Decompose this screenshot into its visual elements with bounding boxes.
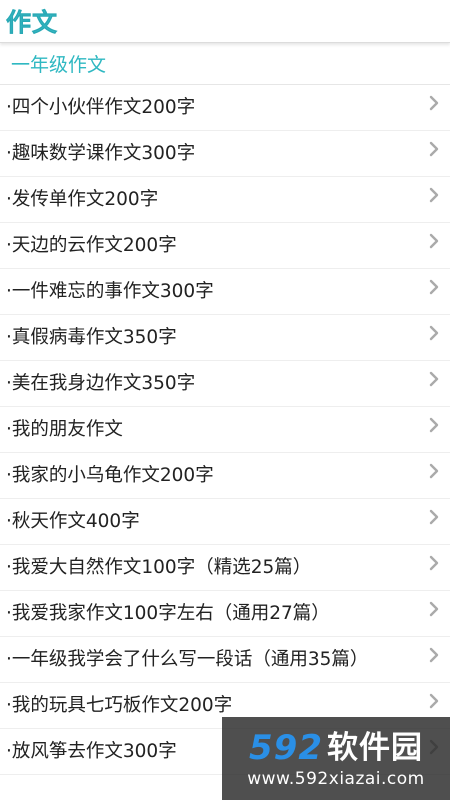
chevron-right-icon xyxy=(427,645,441,665)
chevron-right-icon xyxy=(427,507,441,527)
list-item[interactable]: ·我爱我家作文100字左右（通用27篇） xyxy=(0,591,450,637)
list-item-label: ·我的朋友作文 xyxy=(6,419,123,440)
list-item-label: ·放风筝去作文300字 xyxy=(6,741,177,762)
chevron-right-icon xyxy=(427,691,441,711)
app-header: 作文 xyxy=(0,0,450,43)
list-item[interactable]: ·我爱大自然作文100字（精选25篇） xyxy=(0,545,450,591)
list-item-label: ·天边的云作文200字 xyxy=(6,235,177,256)
app-logo: 作文 xyxy=(6,8,59,38)
watermark-url: www.592xiazai.com xyxy=(247,768,425,789)
list-item[interactable]: ·我的朋友作文 xyxy=(0,407,450,453)
list-item-label: ·我爱我家作文100字左右（通用27篇） xyxy=(6,603,330,624)
list-item[interactable]: ·一年级我学会了什么写一段话（通用35篇） xyxy=(0,637,450,683)
list-item[interactable]: ·趣味数学课作文300字 xyxy=(0,131,450,177)
list-item-label: ·四个小伙伴作文200字 xyxy=(6,97,196,118)
chevron-right-icon xyxy=(427,461,441,481)
list-item-label: ·我的玩具七巧板作文200字 xyxy=(6,695,233,716)
list-item[interactable]: ·真假病毒作文350字 xyxy=(0,315,450,361)
chevron-right-icon xyxy=(427,231,441,251)
list-item-label: ·我家的小乌龟作文200字 xyxy=(6,465,214,486)
list-item-label: ·秋天作文400字 xyxy=(6,511,140,532)
chevron-right-icon xyxy=(427,415,441,435)
chevron-right-icon xyxy=(427,323,441,343)
chevron-right-icon xyxy=(427,369,441,389)
chevron-right-icon xyxy=(427,553,441,573)
list-item[interactable]: ·天边的云作文200字 xyxy=(0,223,450,269)
list-item[interactable]: ·美在我身边作文350字 xyxy=(0,361,450,407)
app-screen: 作文 一年级作文 ·四个小伙伴作文200字 ·趣味数学课作文300字 ·发传单作文2… xyxy=(0,0,450,800)
chevron-right-icon xyxy=(427,599,441,619)
watermark-name: 软件园 xyxy=(326,729,423,766)
list-item-label: ·真假病毒作文350字 xyxy=(6,327,177,348)
list-item-label: ·趣味数学课作文300字 xyxy=(6,143,196,164)
article-list: ·四个小伙伴作文200字 ·趣味数学课作文300字 ·发传单作文200字 ·天边的云作… xyxy=(0,85,450,775)
list-item[interactable]: ·四个小伙伴作文200字 xyxy=(0,85,450,131)
list-item-label: ·发传单作文200字 xyxy=(6,189,159,210)
watermark-logo: 592 软件园 xyxy=(249,729,423,767)
section-title: 一年级作文 xyxy=(0,43,450,85)
list-item-label: ·一件难忘的事作文300字 xyxy=(6,281,214,302)
chevron-right-icon xyxy=(427,277,441,297)
list-item[interactable]: ·发传单作文200字 xyxy=(0,177,450,223)
list-item-label: ·一年级我学会了什么写一段话（通用35篇） xyxy=(6,649,369,670)
list-item-label: ·美在我身边作文350字 xyxy=(6,373,196,394)
list-item[interactable]: ·一件难忘的事作文300字 xyxy=(0,269,450,315)
watermark-number: 592 xyxy=(249,727,323,768)
chevron-right-icon xyxy=(427,185,441,205)
list-item[interactable]: ·我家的小乌龟作文200字 xyxy=(0,453,450,499)
chevron-right-icon xyxy=(427,139,441,159)
list-item-label: ·我爱大自然作文100字（精选25篇） xyxy=(6,557,312,578)
list-item[interactable]: ·秋天作文400字 xyxy=(0,499,450,545)
watermark: 592 软件园 www.592xiazai.com xyxy=(222,717,450,800)
chevron-right-icon xyxy=(427,93,441,113)
